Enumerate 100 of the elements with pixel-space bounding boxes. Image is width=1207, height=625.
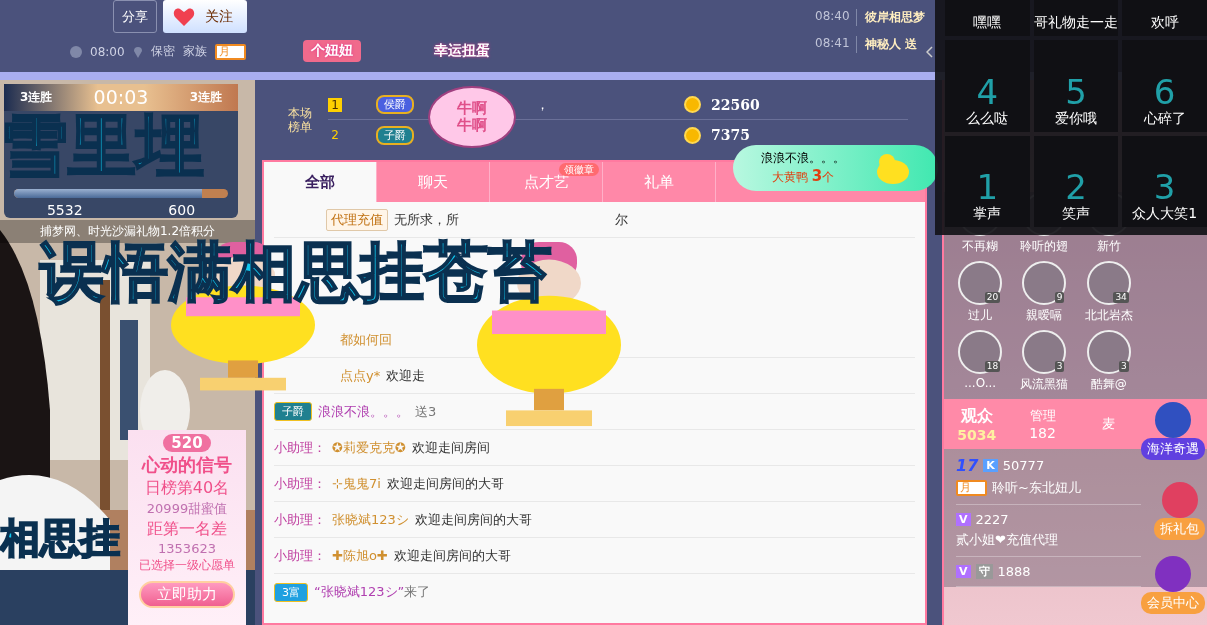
guard-avatar[interactable]: 3: [1022, 330, 1067, 374]
broadcast-time: 08:41: [815, 36, 857, 53]
emoji-item[interactable]: 5 爱你哦: [1033, 40, 1119, 132]
coin-icon: [684, 96, 701, 113]
viewer-name: 聆听~东北妞儿: [992, 479, 1081, 497]
guard-name: 不再糊: [962, 238, 999, 255]
emoji-number: 3: [1153, 169, 1176, 205]
vip-badge: V: [956, 565, 971, 578]
emoji-number: 4: [976, 73, 999, 110]
sweet-value: 20999甜蜜值: [146, 500, 228, 518]
event-badge: 520: [163, 434, 211, 452]
guard-name: 酷舞@: [1090, 376, 1127, 393]
rank-score: 7375: [711, 127, 750, 143]
family-badge: 月: [214, 43, 246, 60]
guard-level: 18: [984, 361, 1001, 372]
guard-avatar[interactable]: 3: [1086, 330, 1131, 374]
emoji-label: 嘿嘿: [973, 14, 1002, 32]
emoji-item[interactable]: 欢呼: [1122, 0, 1207, 36]
chat-text: 来了: [404, 584, 431, 599]
share-button[interactable]: 分享: [113, 0, 157, 33]
user-name: 都如何回: [340, 330, 392, 349]
user-name: ✚陈旭o✚: [332, 546, 388, 565]
follow-button[interactable]: 关注: [163, 0, 247, 33]
guard-name: ...O...: [964, 376, 997, 390]
user-name: ⊹鬼鬼7i: [332, 474, 381, 493]
broadcast-time: 08:40: [815, 9, 857, 26]
rank-score: 22560: [711, 96, 760, 113]
user-name: ✪莉爱克克✪: [332, 438, 406, 457]
agent-tag: 代理充值: [326, 208, 388, 231]
chat-text: 无所求，所: [394, 210, 459, 229]
emoji-label: 众人大笑1: [1132, 205, 1198, 223]
emoji-item[interactable]: 哥礼物走一走: [1033, 0, 1119, 36]
emoji-number: 1: [976, 169, 999, 205]
emoji-number: 2: [1065, 169, 1087, 205]
helper-label: 小助理：: [274, 510, 326, 529]
chat-text: 欢迎走间房间的大哥: [414, 510, 532, 529]
emoji-item[interactable]: 1 掌声: [945, 135, 1030, 227]
side-button[interactable]: 海洋奇遇: [1141, 438, 1205, 460]
emoji-item[interactable]: 嘿嘿: [945, 0, 1030, 36]
chat-text: 欢迎走间房间: [411, 438, 490, 457]
gap-label: 距第一名差: [147, 519, 227, 540]
audience-count: 5034: [957, 426, 997, 443]
helper-label: 小助理：: [274, 438, 326, 457]
guard-name: 北北岩杰: [1084, 307, 1133, 324]
guard-level: 9: [1054, 292, 1065, 303]
viewer-score: 50777: [1002, 458, 1045, 473]
guard-name: 过儿: [968, 307, 993, 324]
guard-avatar[interactable]: 20: [958, 261, 1003, 305]
wealth-badge: 3富: [274, 582, 308, 602]
chat-text: 欢迎走间房间的大哥: [393, 546, 511, 565]
emoji-item[interactable]: 3 众人大笑1: [1122, 135, 1207, 227]
coin-icon: [684, 126, 701, 144]
bubble-text: 牛啊牛啊: [456, 100, 488, 134]
chat-tab[interactable]: 全部: [264, 162, 377, 202]
emoji-item[interactable]: 4 么么哒: [945, 40, 1030, 132]
audience-count: 182: [1029, 425, 1056, 441]
helper-label: 小助理：: [274, 546, 326, 565]
emoji-number: 5: [1065, 73, 1087, 110]
viewer-score: 1888: [997, 564, 1031, 579]
gap-value: 1353623: [158, 541, 216, 556]
emoji-item[interactable]: 2 笑声: [1033, 135, 1119, 227]
heart-icon: [173, 6, 195, 27]
collapse-icon[interactable]: [926, 46, 933, 58]
noble-badge: 侯爵: [376, 95, 414, 114]
emoji-item[interactable]: 6 心碎了: [1122, 40, 1207, 132]
rank-user: ，: [536, 95, 549, 114]
noble-badge: 子爵: [376, 125, 414, 145]
guard-name: 新竹: [1096, 238, 1121, 255]
user-name: 点点y*: [340, 366, 381, 385]
noble-badge: 子爵: [274, 402, 312, 421]
chat-text: 送3: [415, 402, 437, 421]
emoji-label: 欢呼: [1150, 14, 1179, 32]
family-badge: 月: [956, 480, 987, 496]
gift-badge[interactable]: 幸运扭蛋: [426, 40, 498, 62]
guard-avatar[interactable]: 34: [1086, 261, 1131, 305]
guard-level: 3: [1119, 361, 1129, 372]
location-text: 保密: [150, 43, 175, 60]
toast-sender: 浪浪不浪。。。: [761, 150, 845, 167]
rank-title[interactable]: 本场榜单: [286, 106, 314, 134]
emoji-label: 掌声: [973, 205, 1002, 223]
emoji-number: 6: [1153, 73, 1176, 110]
wish-text: 已选择一级心愿单: [139, 557, 235, 574]
guard-name: 聆听的翅: [1020, 238, 1069, 255]
pk-timer: 00:03: [93, 86, 149, 109]
guard-name: 风流黑猫: [1020, 376, 1069, 393]
guard-badge: 守: [975, 564, 993, 579]
helper-label: 小助理：: [274, 474, 326, 493]
guard-avatar[interactable]: 18: [958, 330, 1003, 374]
emoji-label: 心碎了: [1143, 109, 1186, 128]
guard-name: 親暧嗝: [1026, 307, 1063, 324]
viewer-name: 贰小姐❤充值代理: [956, 531, 1058, 549]
broadcast-text: 神秘人 送: [864, 36, 917, 53]
guard-level: 20: [984, 292, 1001, 303]
user-name: 浪浪不浪。。。: [318, 402, 409, 421]
chat-text: 尔: [615, 210, 628, 229]
tab-badge: 领徽章: [559, 163, 599, 176]
guard-level: 34: [1113, 292, 1129, 303]
guard-avatar[interactable]: 9: [1022, 261, 1067, 305]
broadcast-text: 彼岸相思梦: [864, 9, 925, 26]
pk-score: 600: [168, 202, 196, 218]
